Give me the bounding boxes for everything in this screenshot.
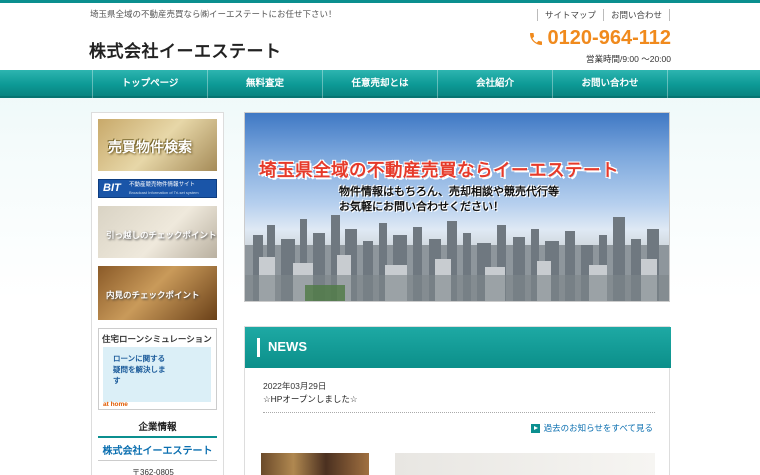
property-search-label: 売買物件検索 [108, 139, 192, 155]
phone-number[interactable]: 0120-964-112 [528, 27, 671, 50]
hero-subtitle-line1: 物件情報はもちろん、売却相談や競売代行等 [339, 186, 559, 198]
contact-link[interactable]: お問い合わせ [602, 9, 670, 21]
viewing-checkpoint-banner[interactable]: 内見のチェックポイント [98, 266, 217, 320]
divider [98, 436, 217, 438]
property-search-banner[interactable]: 売買物件検索 [98, 119, 217, 171]
sidebar: 売買物件検索 BIT 不動産競売物件情報サイト Broadcast Inform… [91, 112, 224, 475]
arrow-right-icon [530, 423, 540, 433]
news-archive-link[interactable]: 過去のお知らせをすべて見る [530, 422, 653, 434]
header-tagline: 埼玉県全域の不動産売買なら㈱イーエステートにお任せ下さい！ [90, 9, 337, 19]
hero-title: 埼玉県全域の不動産売買ならイーエステート [259, 160, 619, 180]
hero-subtitle: 物件情報はもちろん、売却相談や競売代行等 お気軽にお問い合わせください！ [339, 185, 559, 215]
loan-bubble-text: ローンに関する疑問を解決します [113, 354, 166, 385]
athome-logo: at home [103, 401, 128, 408]
news-header: NEWS [245, 327, 671, 368]
bit-banner[interactable]: BIT 不動産競売物件情報サイト Broadcast Information o… [98, 179, 217, 198]
bit-logo: BIT [103, 182, 121, 194]
bit-subtext: Broadcast Information of Tri-set system [129, 190, 199, 195]
nav-top[interactable]: トップページ [92, 70, 208, 98]
news-item-title[interactable]: ☆HPオープンしました☆ [263, 393, 358, 405]
news-archive-label: 過去のお知らせをすべて見る [543, 423, 653, 433]
interior-image [395, 453, 655, 475]
news-heading: NEWS [268, 339, 307, 354]
site-logo-text[interactable]: 株式会社イーエステート [89, 37, 282, 62]
bit-text: 不動産競売物件情報サイト [129, 182, 196, 188]
business-hours: 営業時間/9:00 ～20:00 [585, 54, 671, 64]
moving-checkpoint-banner[interactable]: 引っ越しのチェックポイント [98, 206, 217, 258]
divider [98, 460, 217, 461]
viewing-checkpoint-label: 内見のチェックポイント [106, 290, 200, 300]
divider [263, 412, 655, 413]
hero-banner: 埼玉県全域の不動産売買ならイーエステート 物件情報はもちろん、売却相談や競売代行… [244, 112, 670, 302]
news-section: NEWS 2022年03月29日 ☆HPオープンしました☆ 過去のお知らせをすべ… [244, 326, 671, 475]
sidebar-company-name: 株式会社イーエステート [102, 446, 213, 457]
phone-number-text: 0120-964-112 [547, 27, 671, 49]
loan-simulation-banner[interactable]: 住宅ローンシミュレーション ローンに関する疑問を解決します at home [98, 328, 217, 410]
nav-contact[interactable]: お問い合わせ [553, 70, 668, 98]
nav-company[interactable]: 会社紹介 [438, 70, 553, 98]
city-skyline-image [245, 215, 669, 301]
site-header: 埼玉県全域の不動産売買なら㈱イーエステートにお任せ下さい！ 株式会社イーエステー… [0, 0, 760, 70]
main-nav: トップページ 無料査定 任意売却とは 会社紹介 お問い合わせ [0, 70, 760, 98]
moving-checkpoint-label: 引っ越しのチェックポイント [106, 230, 217, 240]
company-zip: 〒362-0805 [132, 468, 174, 475]
loan-bubble: ローンに関する疑問を解決します [103, 347, 211, 402]
bookshelf-image [261, 453, 369, 475]
hero-subtitle-line2: お気軽にお問い合わせください！ [339, 201, 504, 213]
company-info-heading: 企業情報 [138, 422, 177, 433]
top-links: サイトマップ お問い合わせ [536, 9, 670, 21]
phone-icon [529, 32, 542, 45]
nav-free-appraisal[interactable]: 無料査定 [208, 70, 323, 98]
nav-voluntary-sale[interactable]: 任意売却とは [323, 70, 438, 98]
news-item-date: 2022年03月29日 [263, 381, 327, 391]
loan-simulation-title: 住宅ローンシミュレーション [102, 334, 212, 344]
sitemap-link[interactable]: サイトマップ [536, 9, 603, 21]
